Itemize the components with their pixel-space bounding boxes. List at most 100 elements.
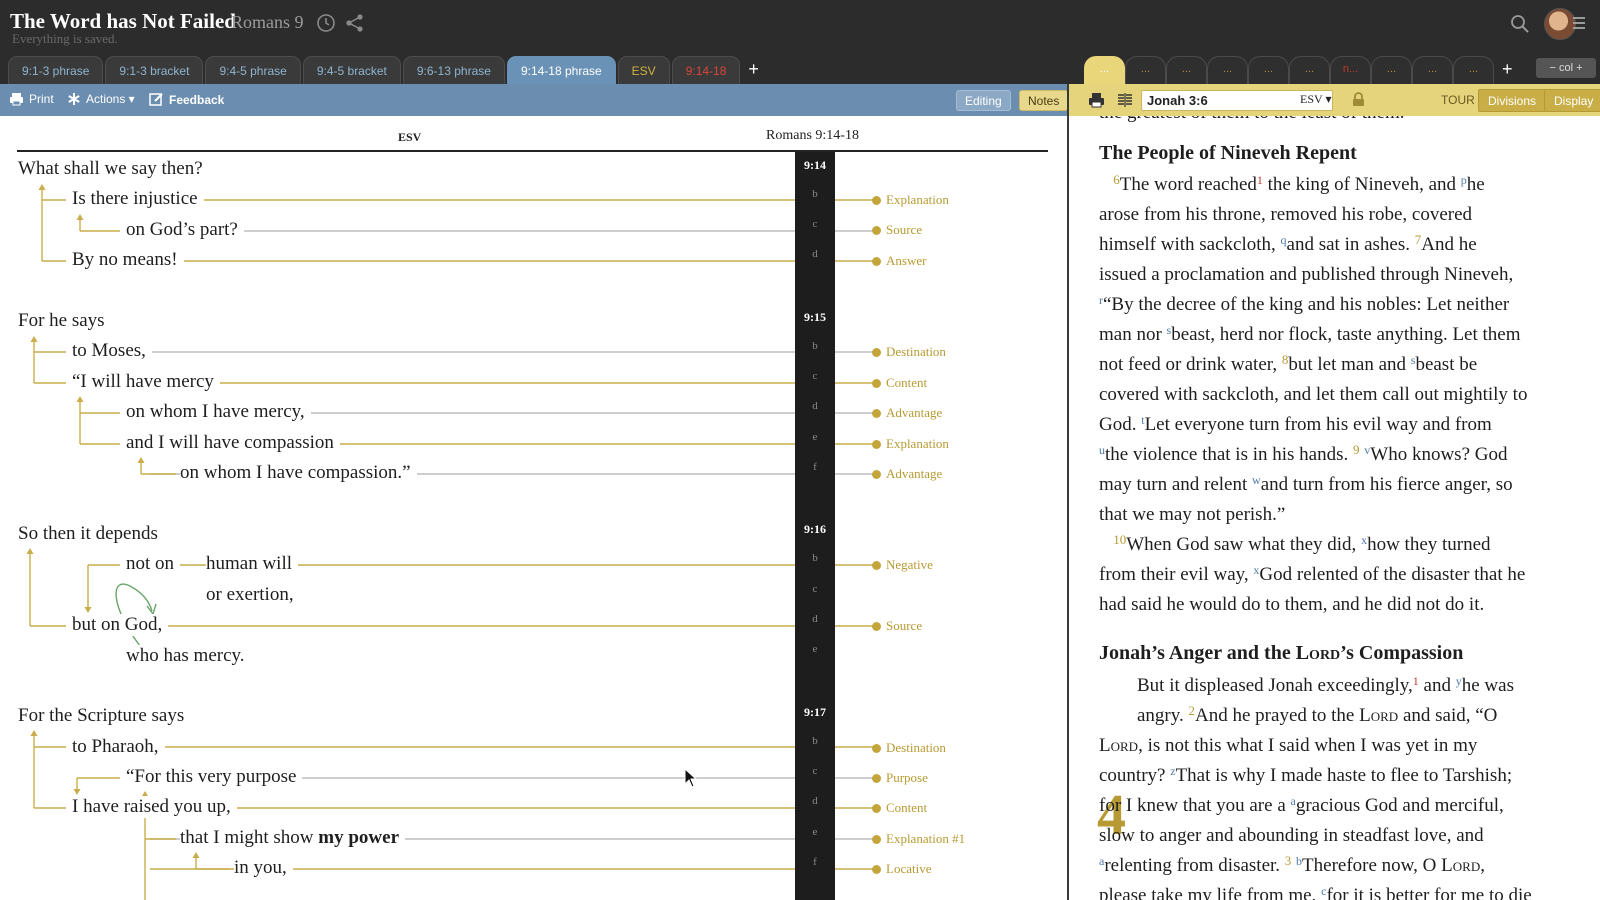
printer-icon	[10, 93, 23, 106]
label-dot	[872, 865, 881, 874]
verse-letter: b	[812, 188, 818, 200]
relation-label[interactable]: Destination	[886, 740, 946, 756]
verse-letter: c	[812, 583, 818, 595]
phrase[interactable]: and I will have compassion	[126, 432, 340, 454]
display-button[interactable]: Display	[1544, 89, 1600, 112]
phrase[interactable]: but on God,	[72, 614, 169, 636]
column-width-control[interactable]: − col +	[1536, 58, 1596, 78]
bible-text-line: slow to anger and abounding in steadfast…	[1099, 825, 1484, 846]
bible-text-line: had said he would do to them, and he did…	[1099, 594, 1485, 615]
tour-button[interactable]: TOUR	[1441, 93, 1475, 107]
reader-tab[interactable]: n...	[1330, 56, 1371, 84]
bible-text-line: r“By the decree of the king and his nobl…	[1099, 293, 1510, 315]
bible-text-line: please take my life from me, cfor it is …	[1099, 884, 1532, 900]
phrase[interactable]: on whom I have mercy,	[126, 401, 311, 423]
reader-tab[interactable]: ...	[1084, 56, 1125, 84]
tab-9-1-3-bracket[interactable]: 9:1-3 bracket	[105, 56, 204, 84]
phrase[interactable]: By no means!	[72, 249, 184, 271]
parallel-columns-icon[interactable]	[1117, 92, 1133, 108]
phrase[interactable]: on God’s part?	[126, 219, 244, 241]
reader-tab[interactable]: ...	[1207, 56, 1248, 84]
phrase[interactable]: “For this very purpose	[126, 766, 303, 788]
relation-label[interactable]: Source	[886, 222, 922, 238]
divisions-button[interactable]: Divisions	[1478, 89, 1547, 112]
tab-9-14-18-phrase[interactable]: 9:14-18 phrase	[506, 56, 616, 84]
label-dot	[872, 804, 881, 813]
relation-label[interactable]: Advantage	[886, 466, 942, 482]
add-tab-button[interactable]: +	[742, 56, 765, 84]
printer-icon[interactable]	[1088, 92, 1105, 108]
phrase[interactable]: So then it depends	[18, 523, 164, 545]
label-dot	[872, 470, 881, 479]
relation-label[interactable]: Advantage	[886, 405, 942, 421]
heading-text: ’s Compassion	[1340, 642, 1464, 664]
arrow-head	[84, 607, 92, 613]
arrow-head	[26, 548, 34, 554]
search-icon[interactable]	[1509, 13, 1531, 35]
reader-tab[interactable]: ...	[1412, 56, 1453, 84]
relation-label[interactable]: Explanation	[886, 192, 949, 208]
edit-pencil-icon	[149, 93, 163, 106]
verse-letter: d	[812, 248, 818, 260]
reader-tab[interactable]: ...	[1289, 56, 1330, 84]
lock-icon[interactable]	[1352, 92, 1365, 107]
add-reader-tab-button[interactable]: +	[1494, 56, 1521, 84]
relation-label[interactable]: Content	[886, 800, 927, 816]
relation-label[interactable]: Purpose	[886, 770, 928, 786]
history-clock-icon[interactable]	[315, 12, 337, 34]
relation-label[interactable]: Negative	[886, 557, 933, 573]
feedback-button[interactable]: Feedback	[149, 92, 224, 107]
verse-letter: f	[813, 856, 817, 868]
tab-9-1-3-phrase[interactable]: 9:1-3 phrase	[8, 56, 104, 84]
reader-toolbar: Jonah 3:6 ESV ▾ TOUR Divisions Display	[1069, 84, 1600, 116]
bible-text-line: But it displeased Jonah exceedingly,1 an…	[1137, 674, 1514, 696]
bible-reader: the greatest of them to the least of the…	[1069, 116, 1600, 900]
share-icon[interactable]	[344, 12, 366, 34]
tab-9-4-5-bracket[interactable]: 9:4-5 bracket	[302, 56, 401, 84]
relation-label[interactable]: Source	[886, 618, 922, 634]
relation-label[interactable]: Explanation	[886, 436, 949, 452]
bible-text-line: the greatest of them to the least of the…	[1099, 116, 1404, 128]
editing-toggle[interactable]: Editing	[956, 90, 1011, 111]
print-button[interactable]: Print	[9, 92, 54, 106]
tab-9-4-5-phrase[interactable]: 9:4-5 phrase	[205, 56, 301, 84]
notes-toggle[interactable]: Notes	[1019, 90, 1069, 111]
phrase[interactable]: For he says	[18, 310, 111, 332]
reader-tab[interactable]: ...	[1453, 56, 1494, 84]
phrase[interactable]: to Moses,	[72, 340, 152, 362]
phrase[interactable]: not on	[126, 553, 181, 575]
phrase[interactable]: “I will have mercy	[72, 371, 220, 393]
bible-text-line: arose from his throne, removed his robe,…	[1099, 204, 1473, 225]
phrase[interactable]: What shall we say then?	[18, 158, 209, 180]
phrase[interactable]: on whom I have compassion.”	[180, 462, 417, 484]
relation-label[interactable]: Locative	[886, 861, 931, 877]
arrow-head	[38, 184, 46, 190]
phrase[interactable]: For the Scripture says	[18, 705, 191, 727]
reader-tab[interactable]: ...	[1248, 56, 1289, 84]
phrase[interactable]: I have raised you up,	[72, 796, 237, 818]
save-status: Everything is saved.	[12, 31, 118, 46]
actions-menu-button[interactable]: Actions ▾	[67, 92, 135, 106]
verse-letter: d	[812, 795, 818, 807]
phrase[interactable]: in you,	[234, 857, 293, 879]
relation-label[interactable]: Answer	[886, 253, 926, 269]
version-select[interactable]: ESV ▾	[1300, 92, 1331, 107]
reader-tab[interactable]: ...	[1371, 56, 1412, 84]
phrase[interactable]: that I might show my power	[180, 827, 406, 849]
tab-esv[interactable]: ESV	[617, 56, 670, 84]
relation-label[interactable]: Destination	[886, 344, 946, 360]
tab-9-14-18[interactable]: 9:14-18	[671, 56, 741, 84]
menu-icon[interactable]	[1571, 15, 1587, 31]
phrase[interactable]: who has mercy.	[126, 645, 251, 667]
tab-9-6-13-phrase[interactable]: 9:6-13 phrase	[402, 56, 505, 84]
phrase[interactable]: to Pharaoh,	[72, 736, 165, 758]
phrase[interactable]: human will	[206, 553, 299, 575]
relation-label[interactable]: Explanation #1	[886, 831, 965, 847]
phrase[interactable]: Is there injustice	[72, 188, 204, 210]
relation-label[interactable]: Content	[886, 375, 927, 391]
verse-letter: b	[812, 340, 818, 352]
document-subtitle: Romans 9	[231, 12, 304, 32]
reader-tab[interactable]: ...	[1166, 56, 1207, 84]
reader-tab[interactable]: ...	[1125, 56, 1166, 84]
phrase[interactable]: or exertion,	[206, 584, 300, 606]
